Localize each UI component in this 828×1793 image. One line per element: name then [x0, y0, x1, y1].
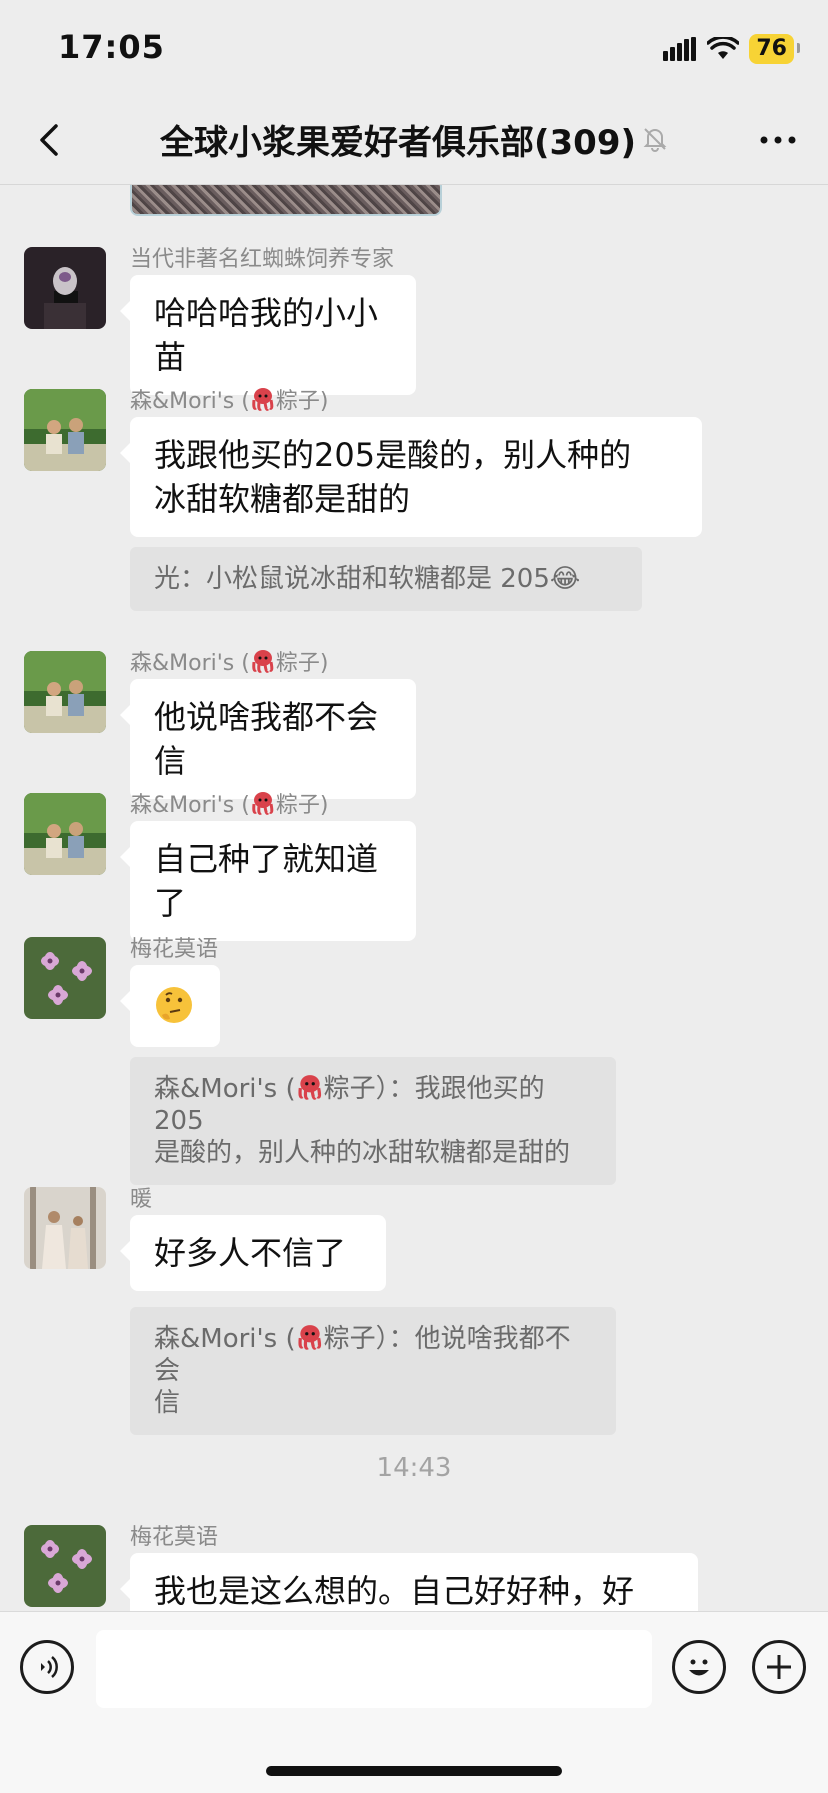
home-indicator[interactable] — [266, 1766, 562, 1776]
avatar[interactable] — [24, 1187, 106, 1269]
thinking-face-emoji — [156, 987, 192, 1023]
status-time: 17:05 — [58, 28, 165, 66]
battery-indicator: 76 — [749, 34, 800, 64]
octopus-emoji — [252, 388, 274, 411]
quoted-reply[interactable]: 森&Mori's (粽子）：我跟他买的 205 是酸的，别人种的冰甜软糖都是甜的 — [130, 1057, 616, 1185]
voice-input-button[interactable] — [20, 1640, 74, 1694]
octopus-emoji — [252, 792, 274, 815]
avatar[interactable] — [24, 1525, 106, 1607]
wifi-icon — [707, 37, 740, 59]
more-actions-button[interactable] — [752, 1640, 806, 1694]
voice-wave-icon — [41, 1656, 58, 1678]
avatar[interactable] — [24, 389, 106, 471]
avatar[interactable] — [24, 247, 106, 329]
sender-name: 梅花莫语 — [130, 937, 219, 962]
avatar[interactable] — [24, 937, 106, 1019]
quoted-reply[interactable]: 光：小松鼠说冰甜和软糖都是 205😂 — [130, 547, 642, 611]
status-bar: 17:05 76 — [0, 0, 828, 96]
image-message-fragment[interactable] — [130, 185, 442, 216]
sender-name: 森&Mori's (粽子) — [130, 787, 328, 819]
sender-name: 森&Mori's (粽子) — [130, 645, 328, 677]
bell-off-icon — [643, 128, 667, 152]
chat-title: 全球小浆果爱好者俱乐部(309) — [159, 122, 637, 163]
message-bubble[interactable]: 自己种了就知道了 — [120, 821, 416, 941]
sender-name: 暖 — [130, 1187, 153, 1212]
chevron-left-icon[interactable] — [26, 116, 74, 164]
quoted-reply[interactable]: 森&Mori's (粽子）：他说啥我都不会 信 — [130, 1307, 616, 1435]
sender-name: 梅花莫语 — [130, 1525, 219, 1550]
message-bubble[interactable]: 好多人不信了 — [120, 1215, 386, 1291]
message-input[interactable] — [96, 1630, 652, 1708]
avatar[interactable] — [24, 793, 106, 875]
chat-timestamp: 14:43 — [376, 1453, 452, 1483]
octopus-emoji — [252, 650, 274, 673]
message-bubble[interactable]: 哈哈哈我的小小苗 — [120, 275, 416, 395]
octopus-emoji — [298, 1075, 321, 1100]
sender-name: 森&Mori's (粽子) — [130, 383, 328, 415]
status-icons: 76 — [663, 32, 800, 66]
cellular-signal-icon — [663, 37, 697, 61]
smiley-icon — [689, 1659, 709, 1676]
message-bubble[interactable]: 我也是这么想的。自己好好种，好 — [120, 1553, 698, 1611]
octopus-emoji — [298, 1325, 321, 1350]
sender-name: 当代非著名红蜘蛛饲养专家 — [130, 247, 395, 272]
plus-icon — [767, 1655, 791, 1679]
message-bubble[interactable] — [120, 965, 220, 1047]
nav-bar: 全球小浆果爱好者俱乐部(309) — [0, 96, 828, 185]
nav-title-group: 全球小浆果爱好者俱乐部(309) — [120, 114, 708, 164]
message-bubble[interactable]: 他说啥我都不会信 — [120, 679, 416, 799]
emoji-button[interactable] — [672, 1640, 726, 1694]
avatar[interactable] — [24, 651, 106, 733]
chat-message-list[interactable]: 当代非著名红蜘蛛饲养专家 哈哈哈我的小小苗 森&Mori's (粽子) 我跟他买… — [0, 185, 828, 1611]
more-dots-icon[interactable] — [754, 120, 802, 160]
message-bubble[interactable]: 我跟他买的205是酸的，别人种的 冰甜软糖都是甜的 — [120, 417, 702, 537]
